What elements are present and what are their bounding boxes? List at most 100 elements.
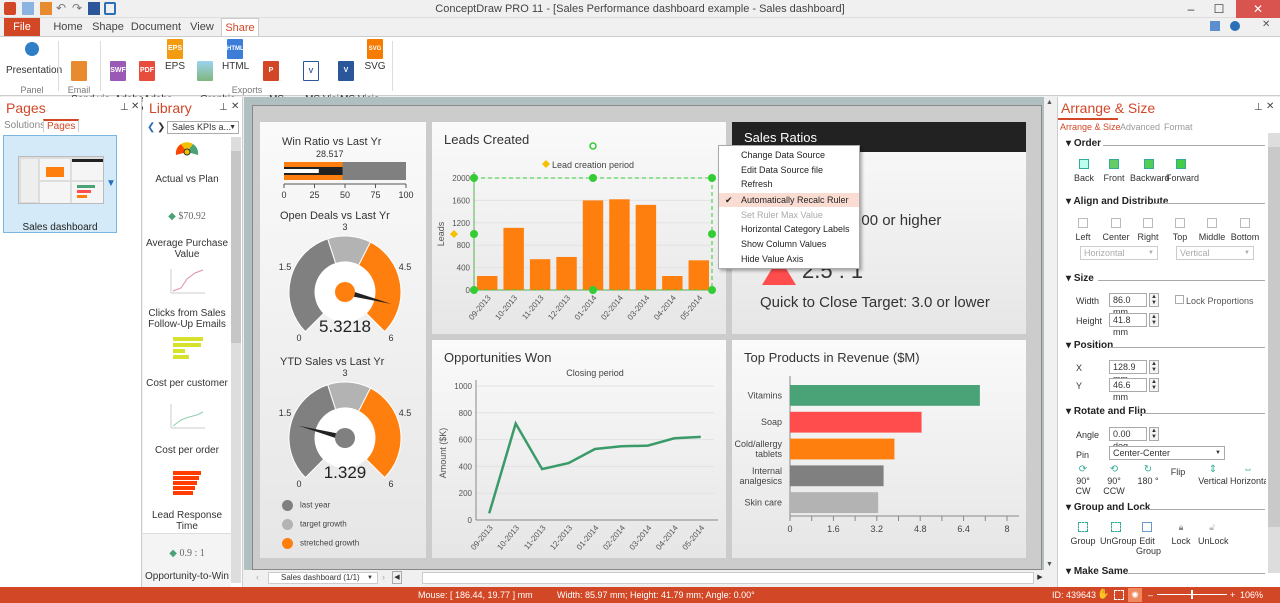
library-forward-icon[interactable]: ❯ (157, 122, 165, 133)
section-order[interactable]: ▾ Order (1066, 138, 1101, 149)
menu-item-horizontal-category-labels[interactable]: Horizontal Category Labels (719, 222, 859, 236)
pan-hand-icon[interactable]: ✋ (1097, 587, 1109, 603)
menu-item-change-data-source[interactable]: Change Data Source (719, 148, 859, 162)
tab-shape[interactable]: Shape (90, 18, 126, 36)
pin-select[interactable]: Center-Center ▼ (1109, 446, 1225, 460)
kpi-card[interactable]: Win Ratio vs Last Yr 28.517 0 25 50 75 100 O… (260, 122, 426, 558)
align-middle-button[interactable]: Middle (1198, 218, 1226, 242)
library-dropdown[interactable]: Sales KPIs a... ▼ (167, 121, 239, 134)
group-button[interactable]: Group (1070, 522, 1096, 546)
zoom-in-icon[interactable]: + (1230, 587, 1235, 603)
tab-share[interactable]: Share (221, 18, 259, 36)
export-html-button[interactable]: HTML HTML (222, 39, 249, 72)
lock-button[interactable]: 🔒︎ Lock (1170, 522, 1192, 546)
x-input[interactable]: 128.9 mm (1109, 360, 1147, 384)
rotate-180-button[interactable]: ↻ 180 ° (1136, 464, 1160, 486)
bring-forward-button[interactable]: Forward (1166, 159, 1199, 183)
tab-arrange-size[interactable]: Arrange & Size (1060, 122, 1121, 132)
leads-created-chart[interactable]: 0 400 800 1200 1600 2000 Lead creation period L… (432, 122, 726, 334)
section-make-same[interactable]: ▾ Make Same (1066, 566, 1128, 577)
send-backward-button[interactable]: Backward (1130, 159, 1170, 183)
page-menu-arrow-icon[interactable]: ▼ (106, 178, 116, 189)
rotate-cw-button[interactable]: ⟳ 90° CW (1070, 464, 1096, 496)
library-item-average-purchase-value[interactable]: ◆ $70.92 Average Purchase Value (143, 211, 231, 260)
rotate-ccw-button[interactable]: ⟲ 90° CCW (1098, 464, 1130, 496)
top-products-chart[interactable]: Vitamins Soap Cold/allergytablets Internala… (732, 340, 1026, 558)
library-scrollbar[interactable] (231, 137, 241, 583)
zoom-out-icon[interactable]: – (1148, 587, 1153, 603)
angle-spinner[interactable]: ▲ ▼ (1149, 427, 1159, 441)
export-svg-button[interactable]: SVG SVG (364, 39, 386, 72)
tab-advanced[interactable]: Advanced (1120, 122, 1160, 132)
align-top-button[interactable]: Top (1170, 218, 1190, 242)
tab-solutions[interactable]: Solutions (4, 120, 45, 131)
scroll-left-icon[interactable]: ◀ (392, 571, 402, 584)
top-products-card[interactable]: Top Products in Revenue ($M) Vitamins Soa… (732, 340, 1026, 558)
y-spinner[interactable]: ▲ ▼ (1149, 378, 1159, 392)
vertical-scrollbar[interactable]: ▲ ▼ (1044, 97, 1056, 570)
export-eps-button[interactable]: EPS EPS (163, 39, 187, 72)
tab-pages[interactable]: Pages (43, 119, 80, 132)
close-panel-icon[interactable]: ✕ (1266, 101, 1274, 112)
open-deals-gauge[interactable]: 0 1.5 3 4.5 6 5.3218 (270, 222, 420, 342)
align-center-button[interactable]: Center (1102, 218, 1130, 242)
pin-icon[interactable]: ⊥ (120, 102, 129, 113)
arrange-scrollbar[interactable] (1268, 133, 1280, 573)
menu-item-show-column-values[interactable]: Show Column Values (719, 237, 859, 251)
minimize-button[interactable]: – (1176, 0, 1206, 18)
pin-icon[interactable]: ⊥ (1254, 102, 1263, 113)
angle-input[interactable]: 0.00 deg (1109, 427, 1147, 451)
next-page-icon[interactable]: › (382, 572, 385, 582)
edit-group-button[interactable]: Edit Group (1136, 522, 1161, 556)
unlock-button[interactable]: 🔓︎ UnLock (1198, 522, 1229, 546)
library-item-cost-per-customer[interactable]: Cost per customer (143, 335, 231, 389)
menu-item-auto-recalc-ruler[interactable]: ✔ Automatically Recalc Ruler (719, 193, 859, 207)
width-spinner[interactable]: ▲ ▼ (1149, 293, 1159, 307)
page-thumbnail[interactable]: ▼ Sales dashboard (3, 135, 117, 233)
win-ratio-bullet-chart[interactable]: 0 25 50 75 100 (276, 160, 416, 200)
height-spinner[interactable]: ▲ ▼ (1149, 313, 1159, 327)
page-selector[interactable]: Sales dashboard (1/1) ▼ (268, 572, 378, 584)
library-item-clicks-from-sales[interactable]: Clicks from Sales Follow-Up Emails (143, 267, 231, 330)
bring-to-front-button[interactable]: Front (1102, 159, 1126, 183)
library-item-lead-response-time[interactable]: Lead Response Time (143, 469, 231, 532)
leads-created-card[interactable]: Leads Created 0 400 800 1200 1600 2000 Lead cr… (432, 122, 726, 334)
section-group-lock[interactable]: ▾ Group and Lock (1066, 502, 1150, 513)
flip-vertical-button[interactable]: ⇕ Vertical (1198, 464, 1228, 486)
zoom-slider[interactable] (1157, 590, 1227, 599)
send-to-back-button[interactable]: Back (1072, 159, 1096, 183)
fit-page-icon[interactable]: ✺ (1128, 588, 1142, 602)
pin-icon[interactable]: ⊥ (219, 102, 228, 113)
close-panel-icon[interactable]: ✕ (131, 101, 139, 112)
menu-item-refresh[interactable]: Refresh (719, 177, 859, 191)
align-right-button[interactable]: Right (1136, 218, 1160, 242)
height-input[interactable]: 41.8 mm (1109, 313, 1147, 337)
close-document-icon[interactable]: ✕ (1262, 19, 1270, 30)
tab-document[interactable]: Document (130, 18, 182, 36)
section-position[interactable]: ▾ Position (1066, 340, 1113, 351)
zoom-selection-icon[interactable] (1114, 590, 1124, 600)
ytd-sales-gauge[interactable]: 0 1.5 3 4.5 6 1.329 (270, 368, 420, 488)
lock-proportions-checkbox[interactable] (1175, 295, 1184, 304)
menu-item-edit-data-source-file[interactable]: Edit Data Source file (719, 163, 859, 177)
horizontal-scrollbar[interactable] (422, 572, 1034, 584)
presentation-button[interactable]: Presentation (6, 39, 62, 76)
distribute-vertical-select[interactable]: Vertical ▼ (1176, 246, 1254, 260)
section-align[interactable]: ▾ Align and Distribute (1066, 196, 1168, 207)
tab-format[interactable]: Format (1164, 122, 1193, 132)
library-back-icon[interactable]: ❮ (147, 122, 155, 133)
x-spinner[interactable]: ▲ ▼ (1149, 360, 1159, 374)
tab-file[interactable]: File (4, 18, 40, 36)
width-input[interactable]: 86.0 mm (1109, 293, 1147, 317)
prev-page-icon[interactable]: ‹ (256, 572, 259, 582)
section-size[interactable]: ▾ Size (1066, 273, 1094, 284)
tab-home[interactable]: Home (48, 18, 88, 36)
opportunities-won-chart[interactable]: 0 200 400 600 800 1000 Closing period Amount ($… (432, 340, 726, 558)
library-item-opportunity-to-win[interactable]: ◆ 0.9 : 1 Opportunity-to-Win (143, 533, 231, 587)
section-rotate-flip[interactable]: ▾ Rotate and Flip (1066, 406, 1146, 417)
close-panel-icon[interactable]: ✕ (231, 101, 239, 112)
ungroup-button[interactable]: UnGroup (1100, 522, 1137, 546)
flip-horizontal-button[interactable]: ⇔ Horizonta (1230, 464, 1266, 486)
tab-view[interactable]: View (186, 18, 218, 36)
align-bottom-button[interactable]: Bottom (1230, 218, 1260, 242)
